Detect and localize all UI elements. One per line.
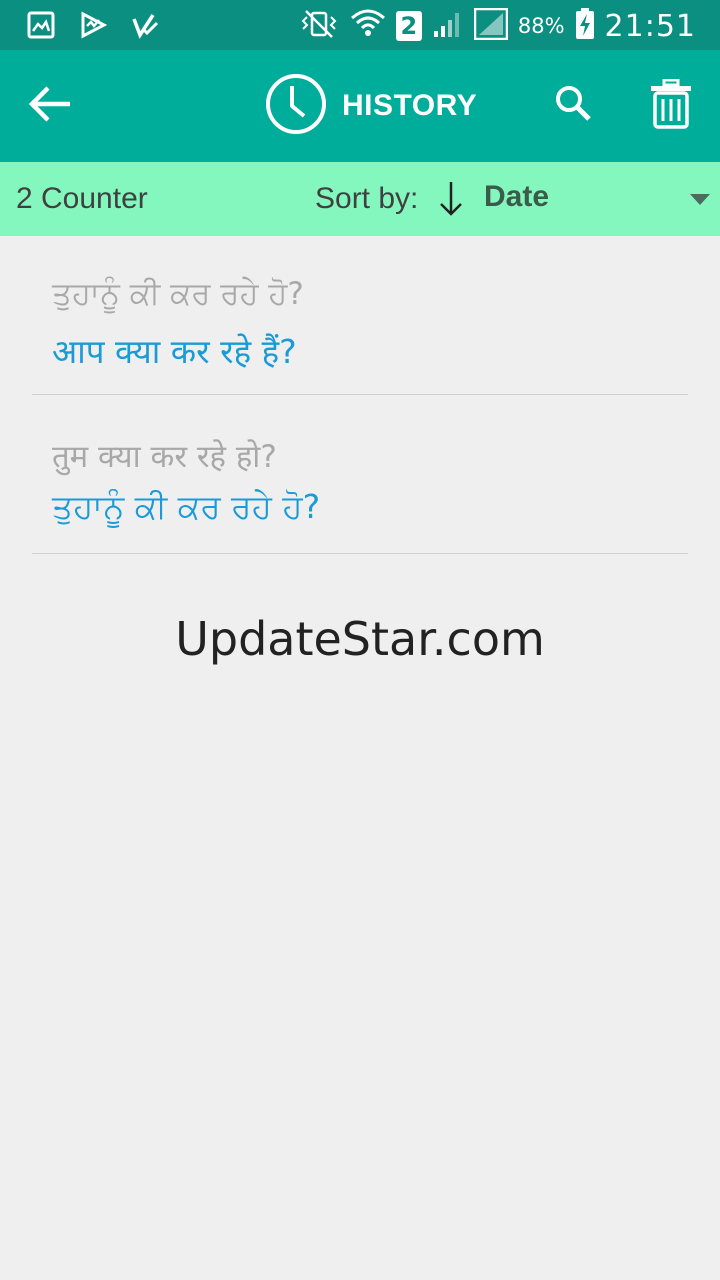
history-list: ਤੁਹਾਨੂੰ ਕੀ ਕਰ ਰਹੇ ਹੋ? आप क्या कर रहे हैं…: [32, 236, 688, 554]
check-icon: [130, 10, 160, 40]
chevron-down-icon[interactable]: [690, 194, 710, 205]
back-button[interactable]: [22, 78, 78, 134]
source-text: तुम क्या कर रहे हो?: [52, 439, 277, 475]
play-store-icon: [78, 10, 108, 40]
wifi-icon: [350, 8, 386, 44]
signal-icon: [473, 7, 509, 44]
sort-by-label: Sort by:: [315, 182, 419, 215]
history-counter: 2 Counter: [16, 182, 148, 215]
search-button[interactable]: [548, 80, 598, 130]
clock-icon: [264, 72, 328, 140]
system-icons: 2 88% 21:51: [298, 6, 696, 46]
sort-select[interactable]: Date: [484, 180, 549, 214]
sort-bar: 2 Counter Sort by: Date: [0, 162, 720, 236]
delete-history-button[interactable]: [644, 78, 698, 134]
battery-percent: 88%: [517, 14, 565, 38]
watermark: UpdateStar.com: [175, 612, 545, 666]
trash-icon: [649, 78, 693, 133]
source-text: ਤੁਹਾਨੂੰ ਕੀ ਕਰ ਰਹੇ ਹੋ?: [52, 276, 304, 312]
sort-direction-icon[interactable]: [436, 180, 466, 218]
gallery-icon: [26, 10, 56, 40]
title-group: HISTORY: [264, 74, 477, 138]
list-item[interactable]: ਤੁਹਾਨੂੰ ਕੀ ਕਰ ਰਹੇ ਹੋ? आप क्या कर रहे हैं…: [32, 236, 688, 395]
page-title: HISTORY: [342, 89, 478, 122]
sim-slot-badge: 2: [395, 11, 422, 41]
notification-icons: [26, 10, 160, 40]
clock: 21:51: [604, 8, 696, 44]
battery-charging-icon: [575, 8, 595, 44]
back-arrow-icon: [26, 84, 74, 128]
search-icon: [553, 83, 593, 127]
status-bar: 2 88% 21:51: [0, 0, 720, 50]
translation-text: ਤੁਹਾਨੂੰ ਕੀ ਕਰ ਰਹੇ ਹੋ?: [52, 487, 321, 526]
app-bar: HISTORY: [0, 50, 720, 162]
list-item[interactable]: तुम क्या कर रहे हो? ਤੁਹਾਨੂੰ ਕੀ ਕਰ ਰਹੇ ਹੋ…: [32, 395, 688, 554]
translation-text: आप क्या कर रहे हैं?: [52, 332, 297, 371]
vibrate-icon: [298, 9, 340, 43]
signal-icon: [432, 9, 464, 43]
